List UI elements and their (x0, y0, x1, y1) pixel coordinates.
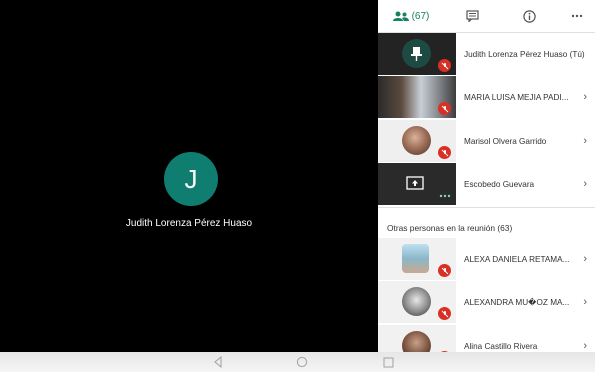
participant-row[interactable]: Alina Castillo Rivera › (378, 325, 595, 352)
back-icon (214, 355, 222, 369)
participant-thumbnail (378, 163, 456, 205)
mic-off-indicator (438, 307, 451, 320)
mic-off-icon (441, 310, 448, 317)
participant-name: Judith Lorenza Pérez Huaso (Tú) (464, 49, 585, 59)
tab-people[interactable]: (67) (378, 0, 444, 32)
info-icon (522, 9, 536, 23)
participant-name: Escobedo Guevara (464, 179, 535, 189)
recents-icon (383, 357, 394, 368)
more-icon (571, 14, 582, 18)
participant-thumbnail (378, 325, 456, 352)
participant-name: MARIA LUISA MEJIA PADI... (464, 92, 569, 102)
panel-tabs: (67) (378, 0, 595, 33)
mic-off-icon (441, 149, 448, 156)
back-button[interactable] (213, 355, 223, 371)
mic-off-icon (441, 105, 448, 112)
chevron-right-icon[interactable]: › (583, 325, 587, 352)
participant-row[interactable]: MARIA LUISA MEJIA PADI... › (378, 76, 595, 118)
chevron-right-icon[interactable]: › (583, 76, 587, 118)
participant-row[interactable]: Judith Lorenza Pérez Huaso (Tú) (378, 33, 595, 75)
participant-row[interactable]: Marisol Olvera Garrido › (378, 120, 595, 162)
chevron-right-icon[interactable]: › (583, 120, 587, 162)
presenter-name: Judith Lorenza Pérez Huaso (125, 218, 253, 229)
avatar (402, 244, 429, 273)
more-icon (439, 194, 451, 198)
more-options-button[interactable] (558, 0, 595, 32)
participant-thumbnail (378, 76, 456, 118)
avatar (402, 126, 431, 155)
chevron-right-icon[interactable]: › (583, 281, 587, 323)
present-screen-icon (406, 176, 424, 190)
mic-off-indicator (438, 102, 451, 115)
participant-row[interactable]: ALEXA DANIELA RETAMA... › (378, 238, 595, 280)
tab-chat[interactable] (444, 0, 500, 32)
presenter-avatar: J (164, 152, 218, 206)
chevron-right-icon[interactable]: › (583, 238, 587, 280)
people-icon (392, 11, 409, 21)
mic-off-icon (441, 267, 448, 274)
mic-off-indicator (438, 59, 451, 72)
divider (378, 207, 595, 208)
avatar (402, 287, 431, 316)
participant-thumbnail (378, 33, 456, 75)
mic-off-indicator (438, 146, 451, 159)
participant-name: Marisol Olvera Garrido (464, 136, 547, 146)
pin-button[interactable] (402, 39, 431, 68)
pin-icon (411, 47, 422, 61)
participant-name: ALEXA DANIELA RETAMA... (464, 254, 570, 264)
others-section-title: Otras personas en la reunión (63) (387, 223, 513, 233)
tab-info[interactable] (500, 0, 558, 32)
avatar (402, 331, 431, 352)
participant-thumbnail (378, 120, 456, 162)
home-icon (296, 356, 308, 368)
system-nav-bar (0, 352, 595, 372)
people-count: (67) (411, 10, 430, 22)
recents-button[interactable] (383, 356, 394, 371)
participant-row[interactable]: ALEXANDRA MU�OZ MA... › (378, 281, 595, 323)
mic-off-indicator (438, 264, 451, 277)
chevron-right-icon[interactable]: › (583, 163, 587, 205)
participants-panel: (67) Judith Lorenza Pérez Huaso (Tú) MAR… (378, 0, 595, 352)
chat-icon (465, 10, 479, 22)
participant-name: ALEXANDRA MU�OZ MA... (464, 298, 570, 307)
home-button[interactable] (296, 356, 308, 371)
participant-thumbnail (378, 281, 456, 323)
participant-name: Alina Castillo Rivera (464, 341, 538, 351)
participant-row[interactable]: Escobedo Guevara › (378, 163, 595, 205)
main-video-stage: J Judith Lorenza Pérez Huaso (0, 0, 378, 352)
mic-off-icon (441, 62, 448, 69)
participant-thumbnail (378, 238, 456, 280)
